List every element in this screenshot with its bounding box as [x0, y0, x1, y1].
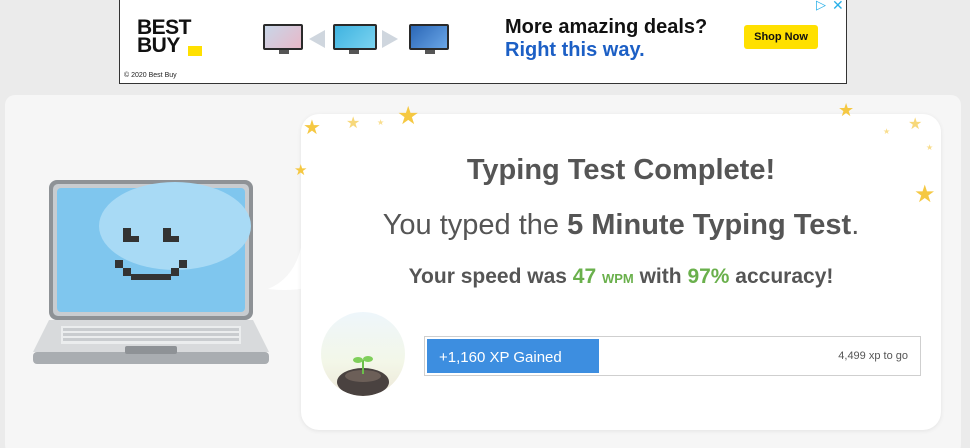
shop-now-button[interactable]: Shop Now: [744, 25, 818, 49]
bestbuy-logo[interactable]: BEST BUY: [137, 17, 192, 57]
star-icon: ★: [397, 101, 420, 130]
wpm-value: 47: [572, 265, 597, 288]
xp-gained-label: +1,160 XP Gained: [439, 349, 562, 366]
monitor-image-1: [263, 24, 303, 54]
monitor-image-2: [333, 24, 377, 54]
star-icon: ★: [346, 113, 361, 132]
star-icon: ★: [926, 143, 934, 152]
ad-headline-line-2: Right this way.: [505, 39, 645, 61]
carousel-next-icon[interactable]: [382, 30, 398, 48]
ad-headline-line-1: More amazing deals?: [505, 16, 708, 38]
ad-headline[interactable]: More amazing deals? Right this way.: [505, 16, 707, 62]
xp-progress-fill: +1,160 XP Gained: [427, 339, 599, 373]
speed-prefix: Your speed was: [408, 265, 573, 288]
star-icon: ★: [303, 115, 321, 139]
star-icon: ★: [377, 118, 385, 127]
accuracy-value: 97%: [687, 265, 730, 288]
subtitle-suffix: .: [851, 209, 860, 241]
wpm-unit: WPM: [601, 271, 634, 286]
star-icon: ★: [908, 114, 923, 133]
xp-to-go-label: 4,499 xp to go: [838, 350, 908, 362]
results-subtitle: You typed the 5 Minute Typing Test.: [301, 209, 941, 242]
speed-mid: with: [633, 265, 688, 288]
subtitle-prefix: You typed the: [382, 209, 568, 241]
sprout-avatar-icon: [321, 312, 405, 396]
logo-line-2: BUY: [137, 34, 180, 57]
adchoices-icon[interactable]: ▷: [816, 0, 826, 13]
test-name: 5 Minute Typing Test: [567, 209, 852, 241]
monitor-image-3: [409, 24, 449, 54]
ad-banner[interactable]: BEST BUY © 2020 Best Buy More amazing de…: [119, 0, 847, 84]
speed-summary: Your speed was 47 WPM with 97% accuracy!: [301, 265, 941, 289]
star-icon: ★: [883, 127, 891, 136]
ad-close-icon[interactable]: ✕: [832, 0, 844, 14]
results-title: Typing Test Complete!: [466, 154, 776, 186]
xp-progress-bar: +1,160 XP Gained 4,499 xp to go: [424, 336, 921, 376]
star-icon: ★: [838, 100, 855, 121]
smiling-laptop-icon: [33, 180, 269, 364]
bestbuy-tag-icon: [188, 46, 202, 56]
sprout-graphic: [337, 356, 389, 396]
speed-suffix: accuracy!: [729, 265, 834, 288]
ad-copyright: © 2020 Best Buy: [124, 72, 177, 79]
carousel-prev-icon[interactable]: [309, 30, 325, 48]
